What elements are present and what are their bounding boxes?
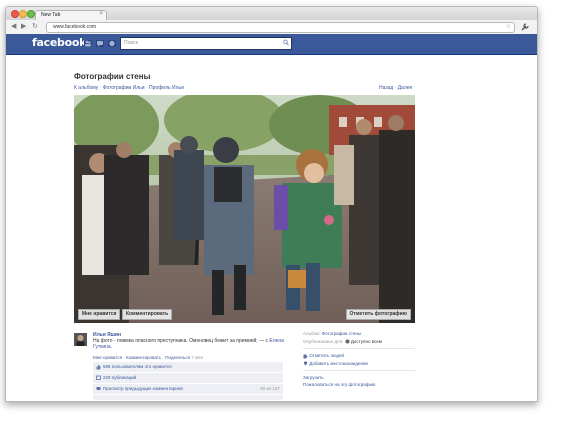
address-bar[interactable]: www.facebook.com ☆	[46, 22, 515, 33]
divider	[303, 348, 415, 350]
tab-close-icon[interactable]: ×	[99, 11, 103, 17]
post-time[interactable]: 7 мая	[191, 355, 203, 360]
browser-window: New Tab × ◀ ▶ ↻ www.facebook.com ☆ faceb…	[5, 6, 538, 402]
breadcrumb-separator: ·	[145, 85, 148, 91]
link-ilya-profile[interactable]: Профиль Ильи	[149, 85, 184, 91]
next-photo-link[interactable]: Далее	[398, 85, 413, 91]
notifications-icon[interactable]	[108, 40, 116, 47]
search-placeholder: Поиск	[124, 40, 138, 46]
previous-photo-link[interactable]: Назад	[379, 85, 393, 91]
photo-navigation: Назад · Далее	[379, 85, 412, 91]
link-ilya-photos[interactable]: Фотографии Ильи	[103, 85, 145, 91]
add-location-link[interactable]: Добавить местонахождение	[303, 361, 415, 366]
album-label: Альбом:	[303, 331, 321, 336]
photo-details-sidebar: Альбом: Фотографии стены Опубликовано дл…	[303, 331, 415, 387]
tag-people-label: Отметить людей	[309, 353, 345, 359]
likes-row[interactable]: 598 пользователям это нравится	[93, 362, 283, 373]
url-text: www.facebook.com	[53, 24, 97, 30]
album-info: Альбом: Фотографии стены	[303, 331, 415, 336]
shares-row[interactable]: 229 публикаций	[93, 373, 283, 384]
page-title: Фотографии стены	[74, 72, 151, 81]
add-location-label: Добавить местонахождение	[309, 360, 369, 366]
maximize-window-button[interactable]	[27, 10, 35, 18]
forward-arrow-icon[interactable]: ▶	[21, 23, 26, 31]
facebook-blue-bar: facebook Поиск	[6, 34, 537, 55]
minimize-window-button[interactable]	[19, 10, 27, 18]
tag-people-link[interactable]: Отметить людей	[303, 353, 415, 358]
likes-count-text: 598 пользователям это нравится	[103, 364, 172, 369]
tag-icon	[303, 354, 308, 359]
breadcrumb: К альбому · Фотографии Ильи · Профиль Ил…	[74, 85, 184, 91]
actions-separator: ·	[123, 355, 125, 360]
divider	[303, 369, 415, 371]
search-icon[interactable]	[283, 39, 289, 48]
comments-counter: 50 из 107	[260, 386, 280, 391]
author-avatar[interactable]	[74, 333, 87, 346]
browser-toolbar: ◀ ▶ ↻ www.facebook.com ☆	[6, 20, 537, 35]
bookmark-star-icon[interactable]: ☆	[506, 23, 511, 30]
album-name-link[interactable]: Фотографии стены	[322, 331, 361, 336]
caption-text: На фото - поимка опасного преступника. О…	[93, 338, 270, 344]
page-content: Фотографии стены К альбому · Фотографии …	[6, 55, 537, 401]
reload-icon[interactable]: ↻	[32, 23, 38, 31]
like-link[interactable]: Мне нравится	[93, 355, 122, 360]
title-bar: New Tab ×	[6, 7, 537, 21]
tag-photo-button[interactable]: Отметить фотографию	[345, 309, 411, 320]
tab-title: New Tab	[41, 12, 61, 18]
nav-separator: ·	[394, 85, 397, 91]
breadcrumb-separator: ·	[99, 85, 102, 91]
comment-link[interactable]: Комментировать	[126, 355, 161, 360]
photo-image	[74, 95, 415, 323]
share-link[interactable]: Поделиться	[165, 355, 190, 360]
report-photo-link[interactable]: Пожаловаться на эту фотографию	[303, 382, 415, 387]
link-to-album[interactable]: К альбому	[74, 85, 98, 91]
feedback-box: 598 пользователям это нравится 229 публи…	[93, 362, 283, 401]
wrench-icon	[521, 23, 529, 31]
published-label: Опубликовано для:	[303, 339, 344, 344]
facebook-search-input[interactable]: Поиск	[120, 37, 292, 50]
facebook-logo[interactable]: facebook	[32, 36, 86, 49]
post-caption: На фото - поимка опасного преступника. О…	[93, 338, 288, 350]
friend-requests-icon[interactable]	[84, 40, 92, 47]
back-arrow-icon[interactable]: ◀	[11, 23, 16, 31]
post-actions: Мне нравится · Комментировать · Поделить…	[93, 355, 203, 360]
wrench-menu-icon[interactable]	[521, 23, 529, 34]
photo-like-button[interactable]: Мне нравится	[78, 309, 121, 320]
published-value[interactable]: Доступно всем	[351, 339, 382, 344]
main-photo[interactable]: Мне нравится Комментировать Отметить фот…	[74, 95, 415, 323]
messages-icon[interactable]	[96, 40, 104, 47]
actions-separator: ·	[162, 355, 164, 360]
location-pin-icon	[303, 361, 308, 366]
comment-preview-row	[93, 395, 283, 401]
view-previous-comments-row[interactable]: Просмотр предыдущих комментариев 50 из 1…	[93, 384, 283, 395]
shares-count-text: 229 публикаций	[103, 375, 137, 380]
download-link[interactable]: Загрузить	[303, 375, 415, 380]
view-previous-comments-link[interactable]: Просмотр предыдущих комментариев	[103, 386, 183, 391]
visibility-info: Опубликовано для: Доступно всем	[303, 339, 415, 344]
close-window-button[interactable]	[11, 10, 19, 18]
photo-comment-button[interactable]: Комментировать	[122, 309, 173, 320]
